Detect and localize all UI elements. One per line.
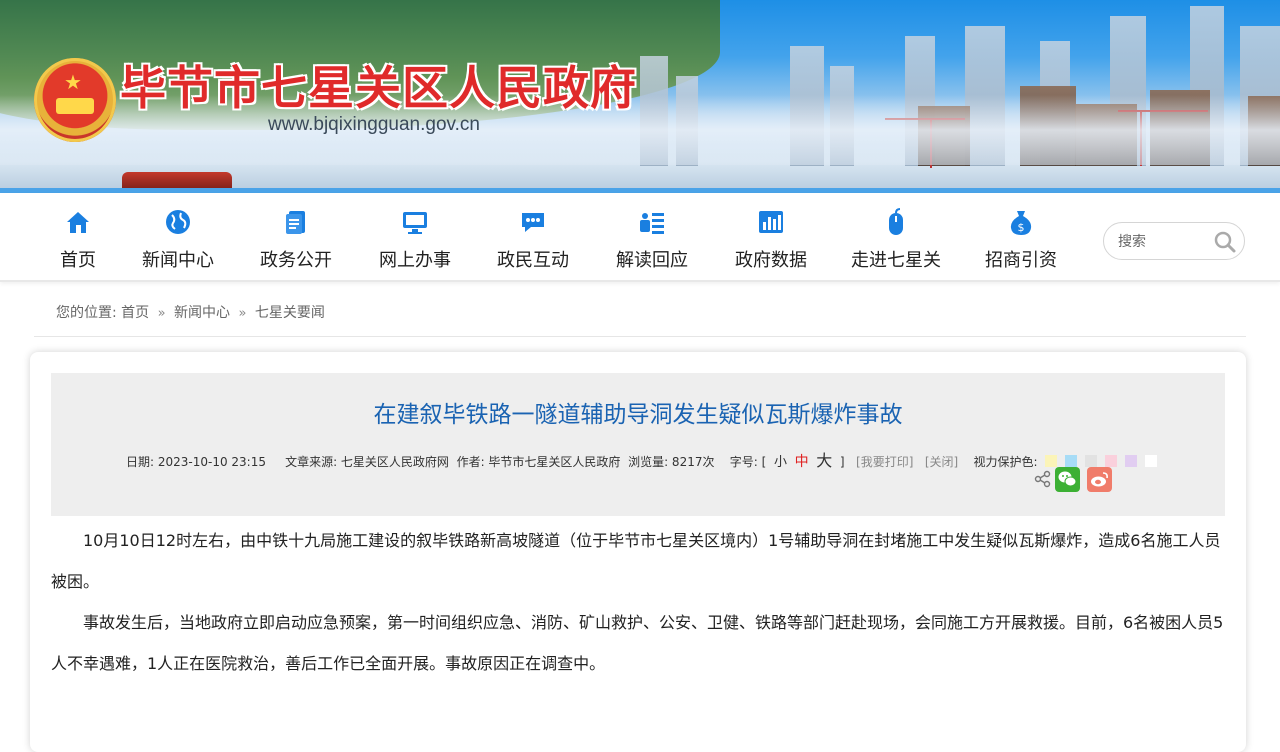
main-nav: 首页 新闻中心 政务公开 网上办事 政民互动 解读回应 政府数据 走进七星关 $… [0,193,1280,282]
national-emblem-logo: ★ [34,58,116,142]
font-size-close-bracket: ] [839,455,845,469]
wechat-glyph-icon [1058,471,1077,487]
nav-label: 首页 [60,250,96,271]
font-size-large-button[interactable]: 大 [816,451,832,470]
search-input[interactable] [1118,231,1214,253]
nav-item-gov-data[interactable]: 政府数据 [733,207,809,273]
list-icon [640,213,664,234]
breadcrumb-separator: » [238,306,247,321]
font-size-label: 字号: [ [729,455,767,469]
nav-label: 走进七星关 [851,250,941,271]
monitor-icon [403,212,427,234]
font-size-medium-button[interactable]: 中 [795,454,809,470]
share-icon[interactable] [1034,470,1052,488]
close-button[interactable]: [关闭] [925,455,958,469]
eye-care-swatch-yellow[interactable] [1045,455,1058,467]
article-views: 浏览量: 8217次 [628,455,715,469]
eye-care-label: 视力保护色: [973,455,1038,469]
bar-chart-icon [759,211,783,233]
nav-label: 政务公开 [260,250,332,271]
nav-label: 政府数据 [735,250,807,271]
nav-label: 新闻中心 [142,250,214,271]
nav-label: 招商引资 [985,250,1057,271]
search-icon[interactable] [1212,229,1238,255]
mouse-icon [889,208,903,235]
article-paragraph: 10月10日12时左右，由中铁十九局施工建设的叙毕铁路新高坡隧道（位于毕节市七星… [51,531,1221,591]
eye-care-swatch-white[interactable] [1144,455,1157,467]
article-author: 作者: 毕节市七星关区人民政府 [456,455,621,469]
chat-icon [522,213,544,232]
breadcrumb-home[interactable]: 首页 [121,305,149,321]
nav-item-investment[interactable]: $ 招商引资 [983,207,1059,273]
print-button[interactable]: [我要打印] [856,455,913,469]
globe-icon [166,210,190,234]
breadcrumb-current[interactable]: 七星关要闻 [255,305,325,321]
nav-item-home[interactable]: 首页 [58,207,98,273]
nav-label: 网上办事 [379,250,451,271]
article-paragraph: 事故发生后，当地政府立即启动应急预案，第一时间组织应急、消防、矿山救护、公安、卫… [51,613,1224,673]
wechat-icon[interactable] [1055,467,1080,492]
eye-care-swatch-gray[interactable] [1085,455,1098,467]
site-url: www.bjqixingguan.gov.cn [268,114,480,135]
nav-label: 政民互动 [497,250,569,271]
breadcrumb-separator: » [157,306,166,321]
breadcrumb-news-center[interactable]: 新闻中心 [174,305,230,321]
nav-item-gov-affairs[interactable]: 政务公开 [258,207,334,273]
home-icon [67,212,89,233]
nav-item-interaction[interactable]: 政民互动 [495,207,571,273]
article-title: 在建叙毕铁路一隧道辅助导洞发生疑似瓦斯爆炸事故 [373,402,903,428]
weibo-icon[interactable] [1087,467,1112,492]
header-banner: ★ 毕节市七星关区人民政府 www.bjqixingguan.gov.cn [0,0,1280,190]
article-date: 日期: 2023-10-10 23:15 [126,455,266,469]
star-icon: ★ [64,70,82,94]
money-bag-icon: $ [1010,211,1032,235]
article-card: 在建叙毕铁路一隧道辅助导洞发生疑似瓦斯爆炸事故 日期: 2023-10-10 2… [30,352,1246,752]
nav-item-about[interactable]: 走进七星关 [849,207,943,273]
svg-text:$: $ [1018,221,1025,234]
article-header: 在建叙毕铁路一隧道辅助导洞发生疑似瓦斯爆炸事故 日期: 2023-10-10 2… [51,373,1225,516]
article-body: 10月10日12时左右，由中铁十九局施工建设的叙毕铁路新高坡隧道（位于毕节市七星… [51,520,1225,684]
nav-item-interpretation[interactable]: 解读回应 [614,207,690,273]
nav-label: 解读回应 [616,250,688,271]
nav-item-news[interactable]: 新闻中心 [140,207,216,273]
breadcrumb-prefix: 您的位置: [56,305,117,321]
article-source: 文章来源: 七星关区人民政府网 [285,455,449,469]
tiananmen-icon [56,98,94,114]
weibo-glyph-icon [1091,472,1108,487]
font-size-small-button[interactable]: 小 [774,455,787,470]
eye-care-swatch-blue[interactable] [1065,455,1078,467]
site-title: 毕节市七星关区人民政府 [120,61,637,115]
search-box [1103,222,1245,260]
eye-care-swatch-pink[interactable] [1104,455,1117,467]
eye-care-swatch-purple[interactable] [1124,455,1137,467]
nav-item-online-services[interactable]: 网上办事 [377,207,453,273]
breadcrumb: 您的位置: 首页 » 新闻中心 » 七星关要闻 [56,302,325,322]
breadcrumb-divider [34,336,1246,337]
document-icon [286,211,305,234]
article-meta: 日期: 2023-10-10 23:15 文章来源: 七星关区人民政府网 作者:… [126,447,1157,471]
